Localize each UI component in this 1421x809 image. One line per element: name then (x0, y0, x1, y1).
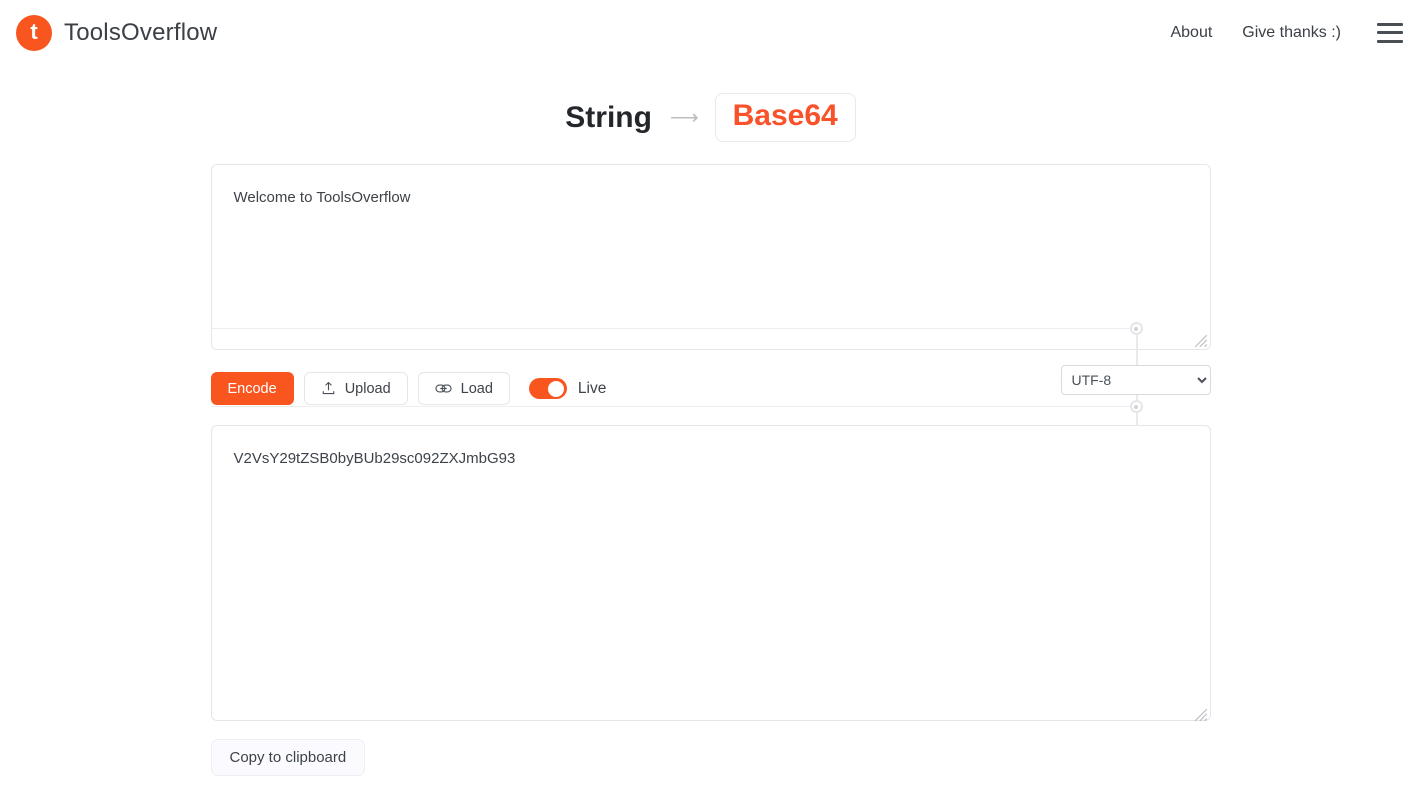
upload-button[interactable]: Upload (303, 372, 408, 405)
connector-dot-bottom (1129, 400, 1143, 413)
converter-panel: Encode Upload Load Live UTF-8 (210, 142, 1211, 776)
logo-letter: t (30, 18, 38, 44)
live-toggle-switch[interactable] (528, 378, 567, 399)
hamburger-bar (1377, 22, 1403, 26)
hamburger-menu-icon[interactable] (1377, 22, 1403, 43)
encode-button[interactable]: Encode (210, 372, 294, 405)
upload-button-label: Upload (344, 380, 391, 397)
link-icon (435, 384, 452, 393)
title-target-format[interactable]: Base64 (714, 93, 856, 142)
copy-to-clipboard-button[interactable]: Copy to clipboard (210, 739, 366, 776)
footer-actions: Copy to clipboard (210, 739, 1211, 776)
output-textarea[interactable] (210, 425, 1211, 721)
arrow-right-icon: ⟶ (669, 106, 699, 129)
encoding-select[interactable]: UTF-8 (1060, 365, 1211, 395)
hamburger-bar (1377, 31, 1403, 34)
upload-icon (322, 381, 334, 395)
title-source-format: String (565, 100, 652, 134)
connector-line-upper (1135, 334, 1138, 365)
hamburger-bar (1377, 39, 1403, 43)
live-toggle-label: Live (577, 379, 607, 397)
site-header: t ToolsOverflow About Give thanks :) (0, 0, 1421, 65)
brand-logo[interactable]: t ToolsOverflow (16, 14, 218, 51)
brand-name: ToolsOverflow (64, 18, 218, 46)
logo-icon: t (16, 14, 52, 51)
live-toggle[interactable]: Live (528, 378, 607, 399)
connector-rule-top (210, 328, 1130, 329)
live-toggle-knob (547, 380, 564, 397)
input-textarea[interactable] (210, 164, 1211, 350)
nav-link-about[interactable]: About (1170, 24, 1212, 42)
main-nav: About Give thanks :) (1170, 22, 1403, 43)
page-title: String ⟶ Base64 (0, 93, 1421, 142)
connector-rule-bottom (210, 406, 1130, 407)
load-button[interactable]: Load (417, 372, 510, 405)
nav-link-give-thanks[interactable]: Give thanks :) (1242, 24, 1341, 42)
load-button-label: Load (460, 380, 493, 397)
